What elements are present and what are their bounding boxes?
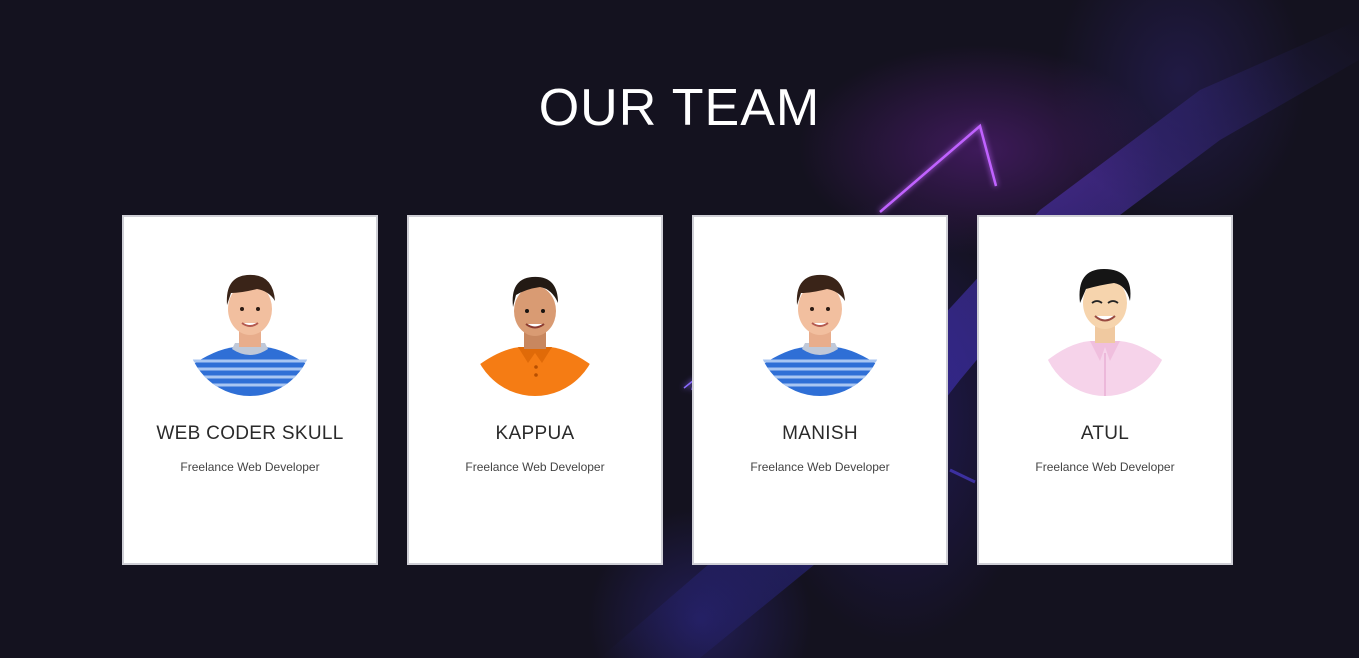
member-name: MANISH — [782, 423, 858, 444]
team-card[interactable]: MANISH Freelance Web Developer — [692, 215, 948, 565]
member-name: ATUL — [1080, 423, 1130, 444]
member-role: Freelance Web Developer — [1035, 460, 1175, 474]
man-striped-shirt-icon — [756, 274, 884, 396]
man-pink-shirt-icon — [1041, 269, 1169, 396]
team-card[interactable]: WEB CODER SKULL Freelance Web Developer — [122, 215, 378, 565]
man-orange-polo-icon — [471, 276, 599, 396]
member-name: WEB CODER SKULL — [156, 423, 344, 444]
member-role: Freelance Web Developer — [180, 460, 320, 474]
member-role: Freelance Web Developer — [465, 460, 605, 474]
section-title: OUR TEAM — [538, 79, 821, 137]
member-name: KAPPUA — [495, 423, 575, 444]
team-card[interactable]: KAPPUA Freelance Web Developer — [407, 215, 663, 565]
member-role: Freelance Web Developer — [750, 460, 890, 474]
team-card[interactable]: ATUL Freelance Web Developer — [977, 215, 1233, 565]
man-striped-shirt-icon — [186, 274, 314, 396]
team-section: OUR TEAM WEB CODER SKULL Freelance Web D… — [0, 0, 1359, 658]
team-cards: WEB CODER SKULL Freelance Web Developer — [122, 215, 1237, 565]
